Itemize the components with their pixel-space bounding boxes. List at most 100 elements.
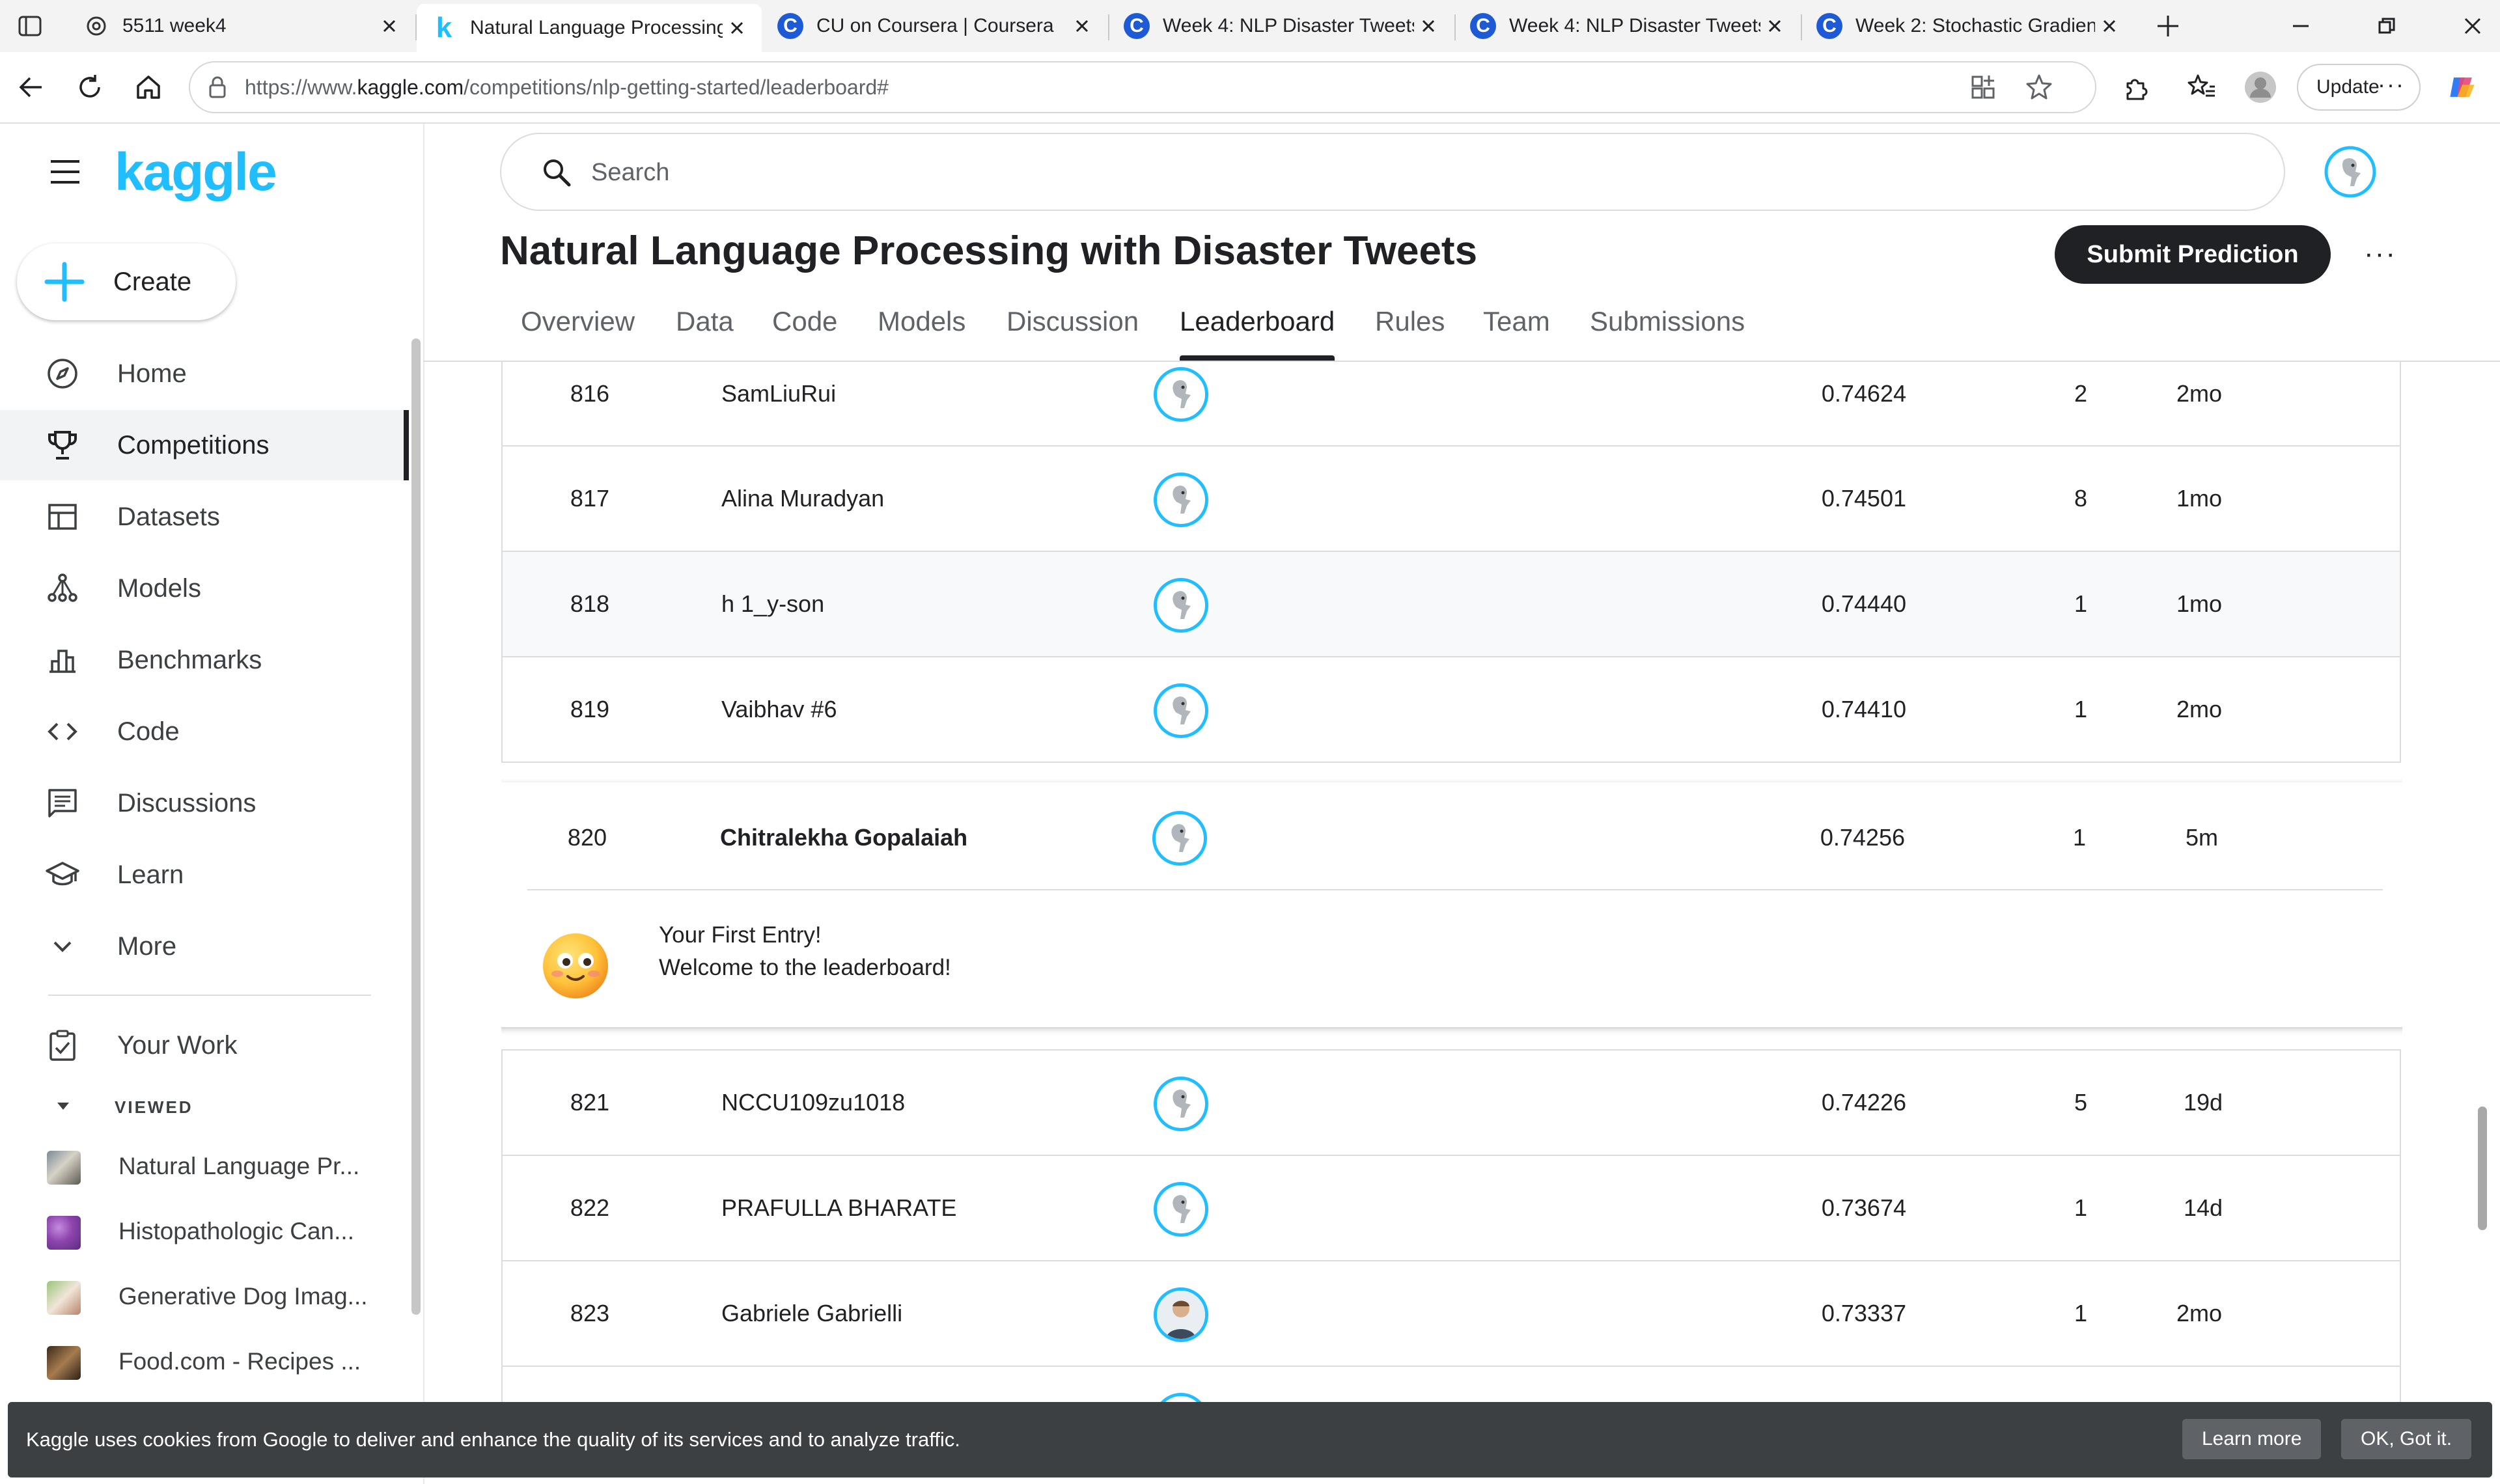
submit-prediction-button[interactable]: Submit Prediction (2055, 225, 2331, 284)
tab-overview[interactable]: Overview (521, 295, 635, 361)
menu-icon[interactable] (49, 159, 81, 185)
tab-submissions[interactable]: Submissions (1590, 295, 1745, 361)
team-avatar[interactable] (1154, 1077, 1208, 1131)
my-entry-row[interactable]: 820 Chitralekha Gopalaiah 0.74256 1 5m (501, 782, 2402, 893)
team-name[interactable]: Chitralekha Gopalaiah (720, 782, 967, 893)
sidebar-item-label: Benchmarks (117, 646, 262, 674)
close-icon[interactable] (2095, 12, 2124, 40)
team-avatar[interactable] (1154, 1287, 1208, 1342)
home-icon[interactable] (133, 72, 164, 103)
table-row[interactable]: 818 h 1_y-son 0.74440 1 1mo (501, 552, 2401, 657)
create-button[interactable]: Create (17, 243, 236, 320)
entries-cell: 1 (2074, 696, 2088, 722)
team-avatar[interactable] (1154, 578, 1208, 633)
coursera-icon: C (1815, 12, 1844, 40)
browser-tab[interactable]: C Week 4: NLP Disaster Tweets (1109, 4, 1453, 48)
close-icon[interactable] (1414, 12, 1443, 40)
team-name[interactable]: NCCU109zu1018 (721, 1051, 905, 1155)
close-icon[interactable] (375, 12, 404, 40)
close-icon[interactable] (723, 14, 751, 42)
close-icon[interactable] (1068, 12, 1096, 40)
ok-got-it-button[interactable]: OK, Got it. (2341, 1419, 2472, 1459)
sidebar-item-competitions[interactable]: Competitions (0, 410, 409, 480)
browser-tab[interactable]: C CU on Coursera | Coursera (763, 4, 1107, 48)
sidebar-item-datasets[interactable]: Datasets (0, 482, 409, 552)
team-name[interactable]: Gabriele Gabrielli (721, 1261, 902, 1366)
minimize-icon[interactable] (2285, 10, 2316, 42)
browser-tab[interactable]: C Week 4: NLP Disaster Tweets (1456, 4, 1799, 48)
restore-icon[interactable] (2371, 10, 2402, 42)
browser-tab-active[interactable]: k Natural Language Processing (417, 4, 762, 52)
viewed-item[interactable]: Food.com - Recipes ... (0, 1329, 409, 1394)
refresh-icon[interactable] (74, 72, 105, 103)
team-name[interactable]: SamLiuRui (721, 362, 836, 426)
extensions-icon[interactable] (2120, 70, 2154, 104)
table-row[interactable]: 821 NCCU109zu1018 0.74226 5 19d (501, 1049, 2401, 1156)
table-row[interactable]: 816 SamLiuRui 0.74624 2 2mo (501, 362, 2401, 447)
favorite-star-icon[interactable] (2023, 72, 2055, 103)
favorites-icon[interactable] (2185, 70, 2219, 104)
viewed-header[interactable]: VIEWED (115, 1097, 193, 1118)
back-icon[interactable] (16, 72, 47, 103)
user-avatar[interactable] (2324, 146, 2376, 198)
lock-icon[interactable] (204, 74, 230, 100)
team-name[interactable]: PRAFULLA BHARATE (721, 1156, 956, 1260)
sidebar-scrollbar[interactable] (411, 338, 421, 1315)
kaggle-sidebar: kaggle Create Home Competitions Datasets… (0, 124, 424, 1484)
copilot-icon[interactable] (2445, 70, 2479, 104)
team-name[interactable]: Vaibhav #6 (721, 657, 837, 762)
sidebar-item-code[interactable]: Code (0, 696, 409, 767)
kaggle-icon: k (436, 12, 452, 44)
tab-rules[interactable]: Rules (1375, 295, 1445, 361)
tab-discussion[interactable]: Discussion (1007, 295, 1139, 361)
tab-data[interactable]: Data (676, 295, 734, 361)
team-avatar[interactable] (1154, 367, 1208, 422)
window-close-icon[interactable] (2457, 10, 2488, 42)
team-avatar[interactable] (1154, 683, 1208, 738)
sidebar-item-models[interactable]: Models (0, 553, 409, 624)
new-tab-icon[interactable] (2152, 10, 2184, 42)
team-name[interactable]: h 1_y-son (721, 552, 824, 656)
sidebar-item-learn[interactable]: Learn (0, 840, 409, 910)
sidebar-item-more[interactable]: More (0, 911, 409, 982)
sidebar-item-home[interactable]: Home (0, 338, 409, 409)
tab-title: Week 2: Stochastic Gradient (1855, 15, 2095, 36)
learn-more-button[interactable]: Learn more (2182, 1419, 2322, 1459)
search-input[interactable] (590, 148, 2155, 197)
table-row[interactable]: 817 Alina Muradyan 0.74501 8 1mo (501, 447, 2401, 552)
app-available-icon[interactable] (1967, 72, 1999, 103)
sidebar-item-discussions[interactable]: Discussions (0, 768, 409, 838)
table-row[interactable]: 819 Vaibhav #6 0.74410 1 2mo (501, 657, 2401, 763)
tab-actions-icon[interactable] (16, 12, 44, 40)
table-row[interactable]: 822 PRAFULLA BHARATE 0.73674 1 14d (501, 1156, 2401, 1261)
caret-down-icon[interactable] (53, 1096, 73, 1116)
more-options-icon[interactable]: ··· (2359, 233, 2401, 275)
score-cell: 0.74226 (1821, 1089, 1906, 1116)
tab-code[interactable]: Code (772, 295, 837, 361)
browser-tab[interactable]: C Week 2: Stochastic Gradient (1802, 4, 2134, 48)
team-avatar[interactable] (1154, 1182, 1208, 1237)
tab-leaderboard[interactable]: Leaderboard (1180, 295, 1335, 361)
viewed-item[interactable]: Histopathologic Can... (0, 1199, 409, 1264)
profile-icon[interactable] (2243, 70, 2277, 104)
address-bar[interactable]: https://www.kaggle.com/competitions/nlp-… (189, 61, 2096, 113)
close-icon[interactable] (1760, 12, 1789, 40)
sidebar-item-your-work[interactable]: Your Work (0, 1010, 409, 1080)
team-avatar[interactable] (1152, 811, 1207, 866)
search-bar[interactable] (500, 133, 2285, 211)
last-cell: 2mo (2176, 696, 2223, 722)
page-scrollbar[interactable] (2478, 1106, 2487, 1230)
team-avatar[interactable] (1154, 473, 1208, 527)
table-row[interactable]: 823 Gabriele Gabrielli 0.73337 1 2mo (501, 1261, 2401, 1367)
sidebar-item-benchmarks[interactable]: Benchmarks (0, 625, 409, 695)
tab-models[interactable]: Models (878, 295, 965, 361)
kaggle-logo[interactable]: kaggle (115, 142, 277, 203)
viewed-item[interactable]: Natural Language Pr... (0, 1134, 409, 1199)
update-button[interactable]: Update ··· (2297, 64, 2421, 111)
table-row[interactable] (501, 1367, 2401, 1403)
browser-tab[interactable]: 5511 week4 (69, 4, 414, 48)
team-name[interactable]: Alina Muradyan (721, 447, 884, 551)
tab-team[interactable]: Team (1483, 295, 1550, 361)
viewed-item[interactable]: Generative Dog Imag... (0, 1264, 409, 1329)
clipboard-icon (46, 1028, 79, 1062)
